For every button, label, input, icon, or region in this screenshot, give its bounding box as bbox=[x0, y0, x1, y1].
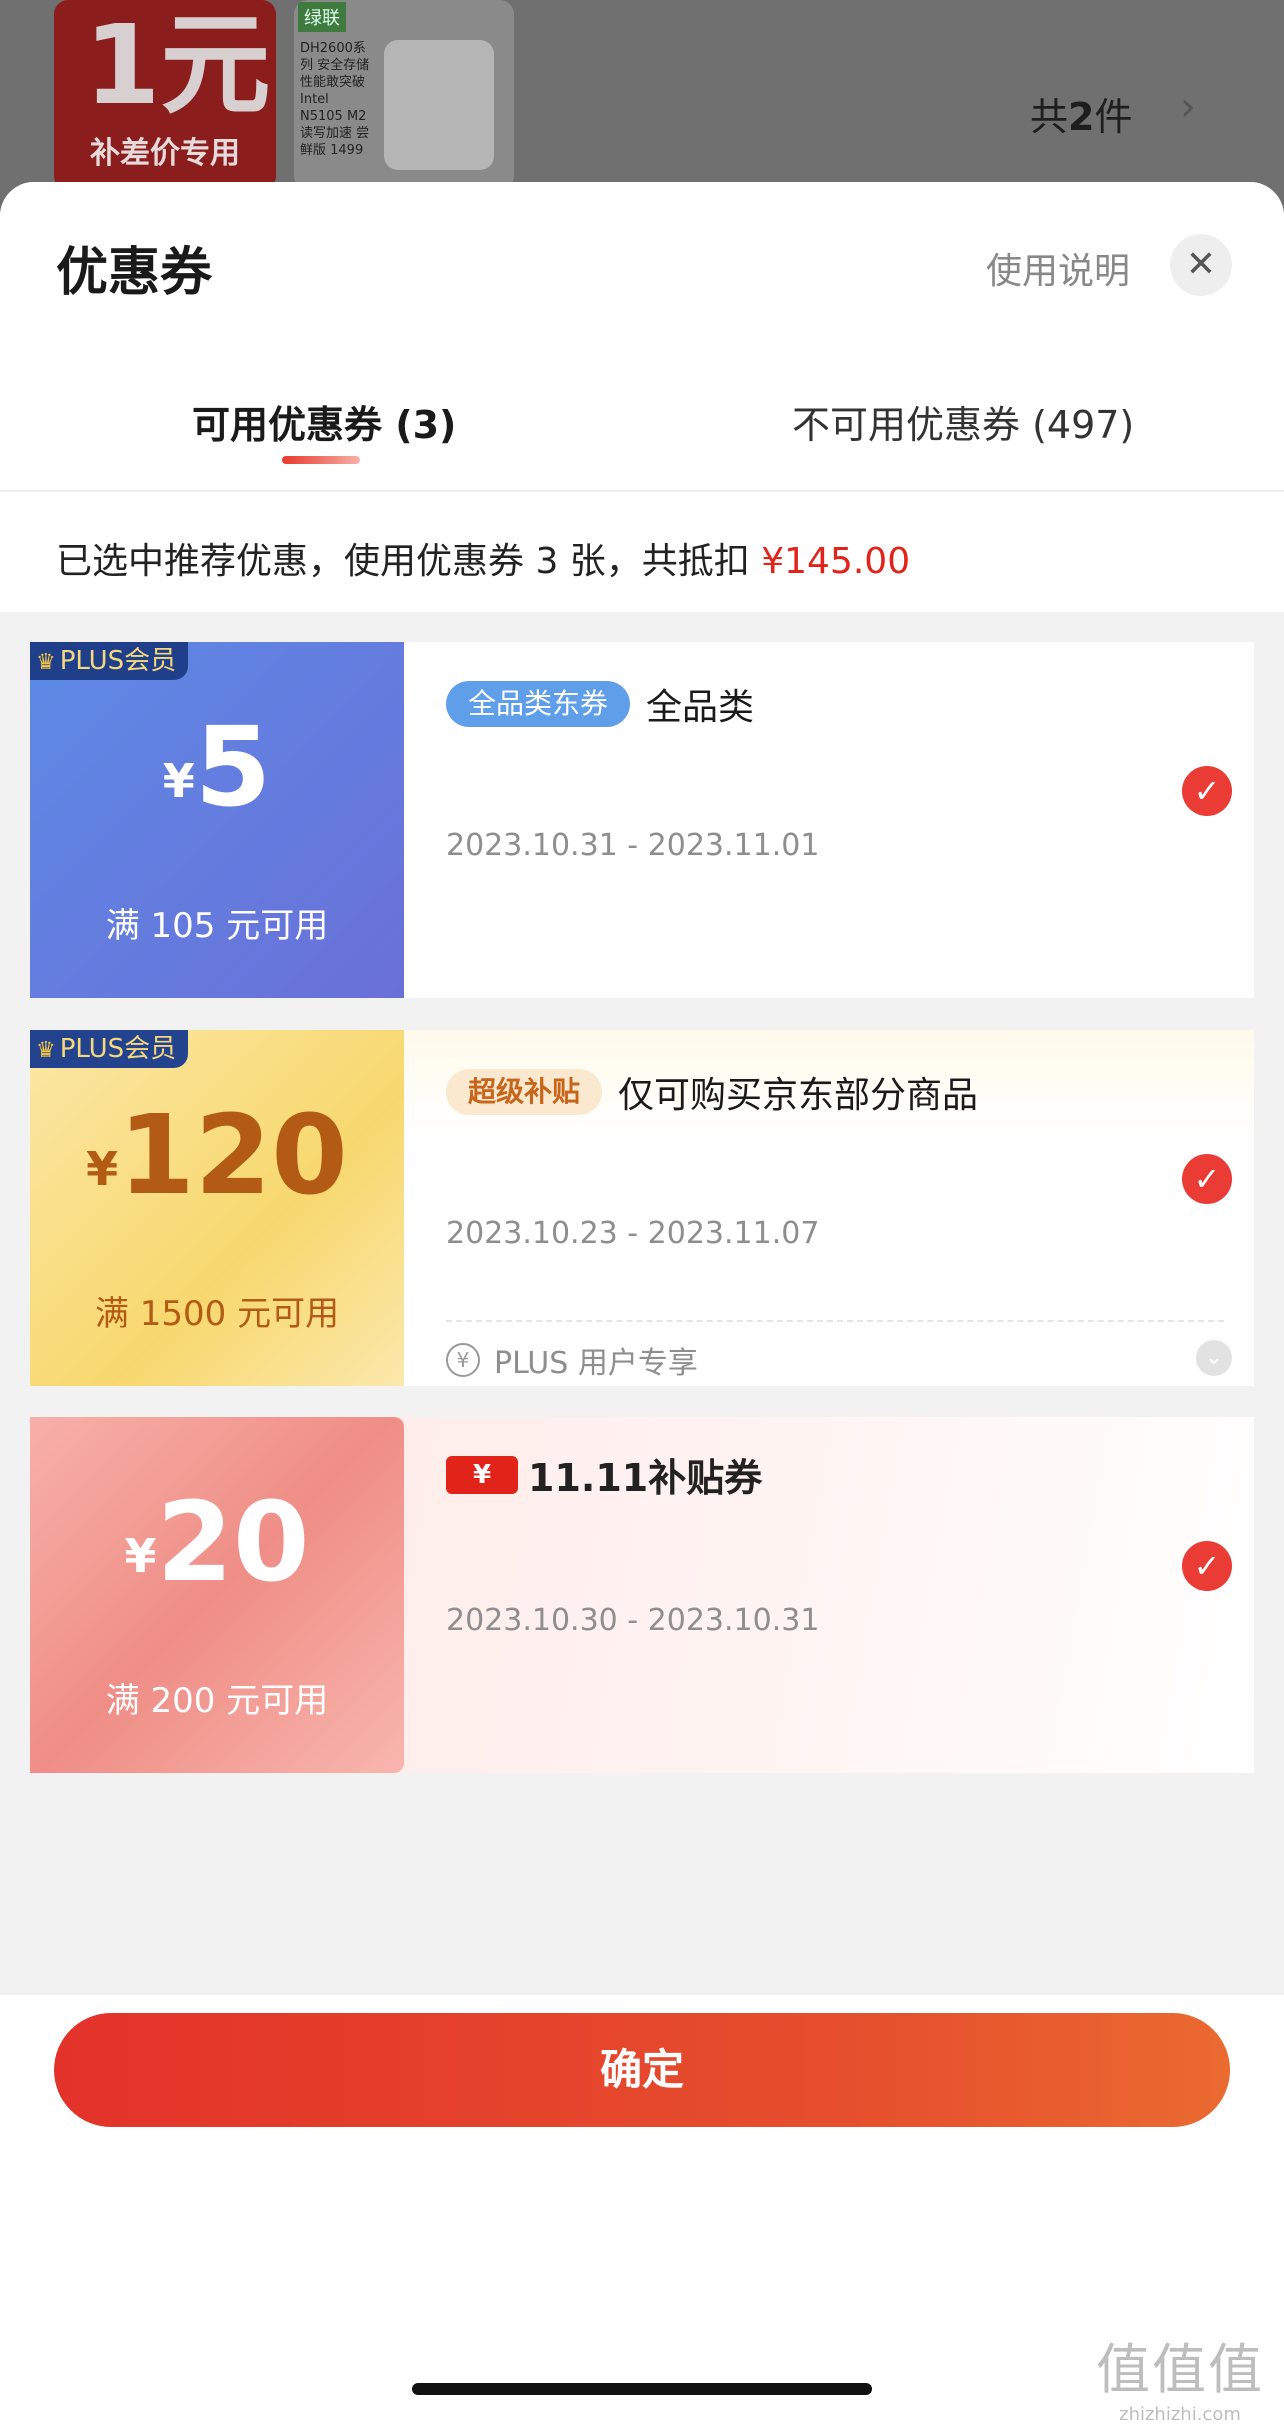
sheet-header: 优惠券 使用说明 ✕ 可用优惠券 (3) 不可用优惠券 (497) 已选中推荐优… bbox=[0, 182, 1284, 612]
tab-unavailable-coupons[interactable]: 不可用优惠券 (497) bbox=[792, 394, 1134, 449]
coupon-value-panel: ¥20 满 200 元可用 bbox=[30, 1417, 404, 1773]
product-thumbnail-price-diff: 1元 补差价专用 bbox=[54, 0, 276, 190]
crown-icon: ♛ bbox=[36, 650, 56, 675]
coupon-validity: 2023.10.31 - 2023.11.01 bbox=[446, 828, 820, 863]
home-indicator bbox=[412, 2383, 872, 2395]
coupon-details: 全品类东券 全品类 2023.10.31 - 2023.11.01 ✓ bbox=[404, 642, 1254, 998]
watermark-logo: 值值值 zhizhizhi.com bbox=[1096, 2325, 1264, 2425]
coupon-title: 全品类 bbox=[646, 687, 755, 728]
coupon-details: ¥ 11.11补贴券 2023.10.30 - 2023.10.31 ✓ bbox=[404, 1417, 1254, 1773]
coupon-title: 仅可购买京东部分商品 bbox=[618, 1075, 979, 1116]
currency-symbol: ¥ bbox=[86, 1142, 119, 1196]
sheet-title: 优惠券 bbox=[56, 243, 213, 303]
badge-label: PLUS会员 bbox=[59, 646, 177, 676]
coupon-card[interactable]: ♛ PLUS会员 ¥5 满 105 元可用 全品类东券 全品类 2023.10.3… bbox=[30, 642, 1254, 998]
watermark-site: zhizhizhi.com bbox=[1119, 2404, 1241, 2425]
coupon-tag-row: 全品类东券 全品类 bbox=[446, 678, 754, 730]
coupon-card[interactable]: ¥20 满 200 元可用 ¥ 11.11补贴券 2023.10.30 - 20… bbox=[30, 1417, 1254, 1773]
subsidy-coupon-logo: ¥ 11.11补贴券 bbox=[446, 1447, 762, 1502]
coupon-amount: ¥20 bbox=[30, 1487, 404, 1597]
coupon-condition: 满 200 元可用 bbox=[105, 1681, 329, 1721]
coupon-card[interactable]: ♛ PLUS会员 ¥120 满 1500 元可用 超级补贴 仅可购买京东部分商品 … bbox=[30, 1030, 1254, 1386]
coupon-condition: 满 1500 元可用 bbox=[94, 1294, 340, 1334]
confirm-button[interactable]: 确定 bbox=[54, 2013, 1230, 2127]
close-icon[interactable]: ✕ bbox=[1170, 234, 1232, 296]
thumbnail-spec: DH2600系列 安全存储 性能敢突破 Intel N5105 M2读写加速 尝… bbox=[300, 41, 370, 158]
amount-number: 120 bbox=[118, 1091, 348, 1219]
checkmark-icon[interactable]: ✓ bbox=[1182, 1541, 1232, 1591]
coupon-validity: 2023.10.30 - 2023.10.31 bbox=[446, 1603, 820, 1638]
amount-number: 5 bbox=[194, 703, 272, 831]
coupon-details: 超级补贴 仅可购买京东部分商品 2023.10.23 - 2023.11.07 … bbox=[404, 1030, 1254, 1386]
plus-exclusive-row[interactable]: ¥ PLUS 用户专享 ⌄ bbox=[446, 1320, 1232, 1382]
coupon-condition: 满 105 元可用 bbox=[105, 906, 329, 946]
plus-exclusive-text: PLUS 用户专享 bbox=[494, 1346, 698, 1381]
plus-member-badge: ♛ PLUS会员 bbox=[30, 1030, 189, 1068]
coupon-amount: ¥120 bbox=[30, 1100, 404, 1210]
coupon-tag-row: 超级补贴 仅可购买京东部分商品 bbox=[446, 1066, 978, 1118]
count-prefix: 共 bbox=[1030, 95, 1069, 139]
coupon-amount: ¥5 bbox=[30, 712, 404, 822]
coupon-type-tag: 全品类东券 bbox=[446, 681, 631, 727]
cart-background: 1元 补差价专用 绿联 DH2600系列 安全存储 性能敢突破 Intel N5… bbox=[0, 0, 1284, 200]
crown-icon: ♛ bbox=[36, 1038, 56, 1063]
watermark-logo-text: 值值值 bbox=[1096, 2338, 1264, 2401]
checkmark-icon[interactable]: ✓ bbox=[1182, 766, 1232, 816]
coupon-value-panel: ♛ PLUS会员 ¥5 满 105 元可用 bbox=[30, 642, 404, 998]
bottom-bar: 确定 值值值 zhizhizhi.com bbox=[0, 1995, 1284, 2429]
chevron-right-icon: › bbox=[1180, 84, 1196, 130]
divider bbox=[0, 490, 1284, 492]
tab-available-coupons[interactable]: 可用优惠券 (3) bbox=[192, 394, 456, 449]
coupon-validity: 2023.10.23 - 2023.11.07 bbox=[446, 1216, 820, 1251]
thumbnail-sub-text: 补差价专用 bbox=[90, 136, 240, 171]
amount-number: 20 bbox=[156, 1478, 310, 1606]
checkmark-icon[interactable]: ✓ bbox=[1182, 1154, 1232, 1204]
coupon-value-panel: ♛ PLUS会员 ¥120 满 1500 元可用 bbox=[30, 1030, 404, 1386]
thumbnail-brand: 绿联 bbox=[298, 2, 346, 32]
selection-summary: 已选中推荐优惠，使用优惠券 3 张，共抵扣 ¥145.00 bbox=[56, 532, 910, 584]
thumbnail-big-text: 1元 bbox=[84, 1, 271, 129]
usage-instructions-link[interactable]: 使用说明 bbox=[986, 242, 1130, 294]
count-suffix: 件 bbox=[1094, 95, 1133, 139]
active-tab-indicator bbox=[282, 456, 360, 464]
item-count: 共2件 bbox=[1030, 86, 1132, 141]
plus-member-badge: ♛ PLUS会员 bbox=[30, 642, 189, 680]
yen-circle-icon: ¥ bbox=[446, 1343, 480, 1377]
subsidy-logo-text: 11.11补贴券 bbox=[528, 1456, 763, 1500]
currency-symbol: ¥ bbox=[162, 754, 195, 808]
badge-label: PLUS会员 bbox=[59, 1034, 177, 1064]
coupon-type-tag: 超级补贴 bbox=[446, 1069, 603, 1115]
device-image bbox=[384, 40, 494, 170]
count-number: 2 bbox=[1068, 95, 1095, 139]
currency-symbol: ¥ bbox=[124, 1529, 157, 1583]
product-thumbnail-nas: 绿联 DH2600系列 安全存储 性能敢突破 Intel N5105 M2读写加… bbox=[294, 0, 514, 190]
summary-text: 已选中推荐优惠，使用优惠券 3 张，共抵扣 bbox=[56, 541, 762, 582]
summary-amount: ¥145.00 bbox=[761, 541, 911, 582]
chevron-down-icon[interactable]: ⌄ bbox=[1196, 1340, 1232, 1376]
ticket-icon: ¥ bbox=[446, 1455, 518, 1494]
